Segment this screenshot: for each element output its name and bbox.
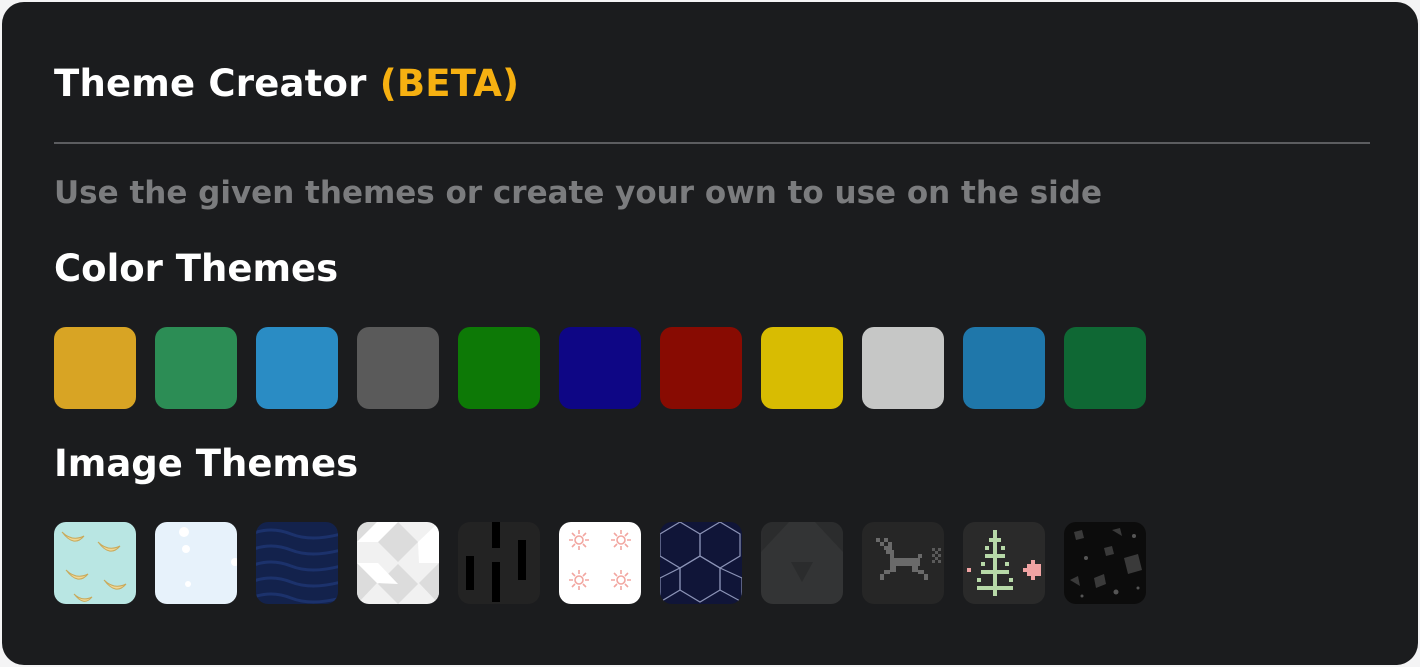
pixel-reindeer-pattern-image	[862, 522, 944, 604]
color-theme-swatch-3[interactable]	[256, 327, 338, 409]
color-theme-swatch-4[interactable]	[357, 327, 439, 409]
white-diamonds-pattern-image	[357, 522, 439, 604]
terrazzo-pattern-image	[1064, 522, 1146, 604]
title-divider	[54, 142, 1370, 144]
color-theme-swatch-9[interactable]	[862, 327, 944, 409]
snow-pattern-image	[155, 522, 237, 604]
page-title: Theme Creator (BETA)	[54, 62, 519, 105]
image-themes-row	[54, 522, 1146, 604]
color-theme-swatch-2[interactable]	[155, 327, 237, 409]
color-theme-swatch-7[interactable]	[660, 327, 742, 409]
image-theme-pink-suns[interactable]	[559, 522, 641, 604]
beta-badge: (BETA)	[379, 62, 520, 105]
black-bars-pattern-image	[458, 522, 540, 604]
color-theme-swatch-11[interactable]	[1064, 327, 1146, 409]
color-theme-swatch-8[interactable]	[761, 327, 843, 409]
image-theme-bananas[interactable]	[54, 522, 136, 604]
bananas-pattern-image	[54, 522, 136, 604]
dark-fabric-pattern-image	[761, 522, 843, 604]
image-theme-dark-fabric[interactable]	[761, 522, 843, 604]
image-theme-black-bars[interactable]	[458, 522, 540, 604]
image-theme-navy-waves[interactable]	[256, 522, 338, 604]
hexagon-lines-pattern-image	[660, 522, 742, 604]
color-theme-swatch-6[interactable]	[559, 327, 641, 409]
image-theme-hexagon-lines[interactable]	[660, 522, 742, 604]
color-theme-swatch-5[interactable]	[458, 327, 540, 409]
image-themes-heading: Image Themes	[54, 442, 359, 485]
color-theme-swatch-1[interactable]	[54, 327, 136, 409]
color-themes-row	[54, 327, 1146, 409]
image-theme-snow[interactable]	[155, 522, 237, 604]
pixel-tree-pattern-image	[963, 522, 1045, 604]
image-theme-terrazzo[interactable]	[1064, 522, 1146, 604]
theme-creator-panel: Theme Creator (BETA) Use the given theme…	[2, 2, 1418, 665]
pink-suns-pattern-image	[559, 522, 641, 604]
image-theme-white-diamonds[interactable]	[357, 522, 439, 604]
color-theme-swatch-10[interactable]	[963, 327, 1045, 409]
title-text: Theme Creator	[54, 62, 367, 105]
image-theme-pixel-reindeer[interactable]	[862, 522, 944, 604]
image-theme-pixel-tree[interactable]	[963, 522, 1045, 604]
color-themes-heading: Color Themes	[54, 247, 339, 290]
navy-waves-pattern-image	[256, 522, 338, 604]
subtitle-text: Use the given themes or create your own …	[54, 175, 1103, 211]
